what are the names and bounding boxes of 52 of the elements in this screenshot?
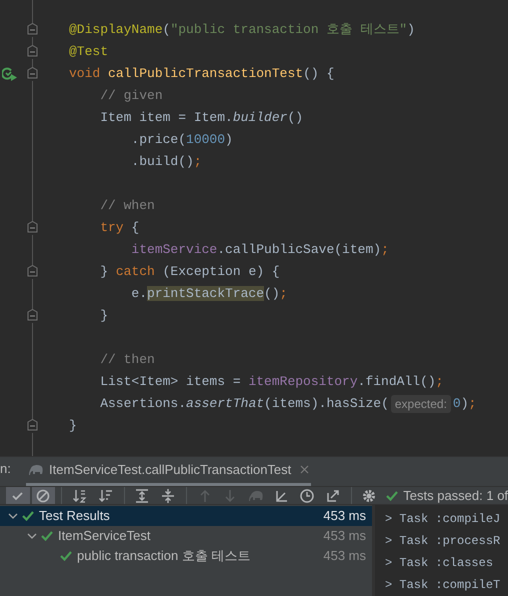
console-line: > Task :classes [385, 555, 494, 572]
fold-icon[interactable] [27, 45, 38, 59]
gear-icon [361, 488, 378, 504]
clock-icon [299, 488, 316, 504]
test-status: Tests passed: 1 of [403, 487, 508, 504]
code-line: .price(10000) [130, 131, 233, 150]
tree-row[interactable]: ItemServiceTest 453 ms [0, 526, 372, 546]
code-line: Assertions.assertThat(items).hasSize( [99, 395, 389, 414]
code-line: } catch (Exception e) { [99, 263, 280, 282]
console-line: > Task :compileJ [385, 511, 502, 528]
code-line: // given [99, 87, 163, 106]
code-line: e.printStackTrace(); [130, 285, 288, 304]
elephant-icon [28, 464, 44, 476]
code-line: itemService.callPublicSave(item); [130, 241, 389, 260]
stop-button[interactable] [32, 487, 56, 504]
code-line: } [69, 417, 77, 436]
code-line: void callPublicTransactionTest() { [69, 65, 334, 84]
code-line: // when [99, 197, 155, 216]
code-line: @Test [69, 43, 108, 62]
close-icon[interactable] [300, 465, 310, 474]
code-line: // then [99, 351, 155, 370]
fold-icon[interactable] [27, 23, 38, 37]
run-test-icon[interactable] [2, 67, 17, 81]
parameter-hint: expected: [390, 395, 451, 413]
code-line: 0); [452, 395, 476, 414]
code-line: Item item = Item.builder() [99, 109, 304, 128]
check-button[interactable] [6, 487, 30, 504]
code-line: } [99, 307, 108, 326]
fold-icon[interactable] [27, 221, 38, 235]
check-icon [22, 511, 34, 521]
check-icon [386, 490, 398, 500]
check-icon [41, 531, 53, 541]
stop-icon [35, 488, 52, 504]
code-line: try { [99, 219, 140, 238]
sort-icon [98, 488, 114, 504]
code-line: .build(); [130, 153, 202, 172]
collapse-all-icon [160, 488, 176, 504]
fold-icon[interactable] [27, 265, 38, 279]
expand-all-icon [134, 488, 150, 504]
tree-row[interactable]: public transaction 호출 테스트 453 ms [0, 546, 372, 566]
check-icon [60, 551, 72, 561]
fold-icon[interactable] [27, 309, 38, 323]
run-label: n: [0, 460, 12, 478]
fold-icon[interactable] [27, 67, 38, 81]
console-line: > Task :compileT [385, 577, 502, 594]
tree-row[interactable]: Test Results 453 ms [0, 506, 372, 526]
export-icon [324, 488, 341, 504]
fold-icon[interactable] [27, 419, 38, 433]
sort-alphabetical-icon [72, 488, 88, 504]
code-line: @DisplayName("public transaction 호출 테스트") [69, 21, 415, 40]
console-line: > Task :processR [385, 533, 502, 550]
code-line: List<Item> items = itemRepository.findAll(); [99, 373, 444, 392]
